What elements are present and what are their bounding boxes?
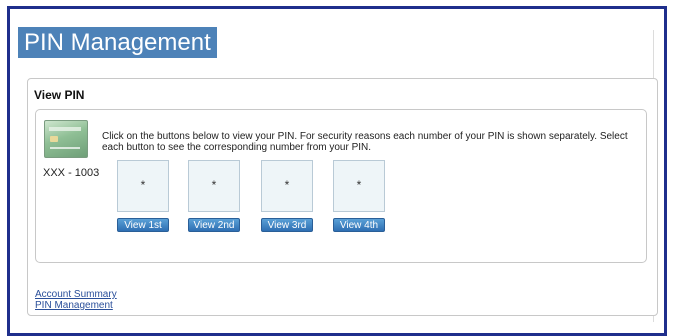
card-chip xyxy=(50,136,58,142)
account-summary-link[interactable]: Account Summary xyxy=(35,289,117,300)
pin-management-link[interactable]: PIN Management xyxy=(35,300,113,311)
card-stripe xyxy=(49,127,81,131)
page-title: PIN Management xyxy=(18,27,217,58)
view-2nd-button[interactable]: View 2nd xyxy=(188,218,240,232)
pin-digit-3: * xyxy=(261,160,313,212)
view-3rd-button[interactable]: View 3rd xyxy=(261,218,313,232)
pin-section: XXX - 1003 Click on the buttons below to… xyxy=(35,109,647,263)
view-1st-button[interactable]: View 1st xyxy=(117,218,169,232)
pin-digit-2: * xyxy=(188,160,240,212)
pin-digit-4: * xyxy=(333,160,385,212)
view-4th-button[interactable]: View 4th xyxy=(333,218,385,232)
pin-digit-1: * xyxy=(117,160,169,212)
view-pin-panel: View PIN XXX - 1003 Click on the buttons… xyxy=(27,78,658,316)
card-line xyxy=(50,147,80,149)
instructions-text: Click on the buttons below to view your … xyxy=(102,131,628,153)
card-number: XXX - 1003 xyxy=(43,167,100,179)
panel-title: View PIN xyxy=(34,88,85,102)
credit-card-image xyxy=(44,120,88,158)
